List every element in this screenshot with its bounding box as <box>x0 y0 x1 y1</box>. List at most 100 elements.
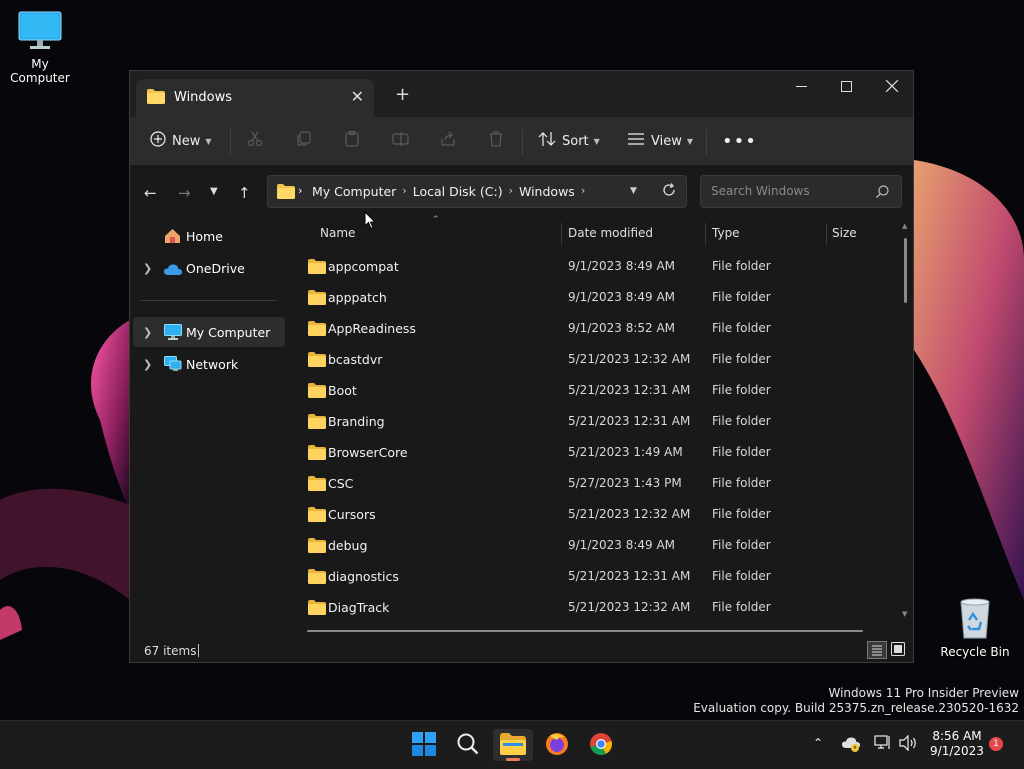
cloud-icon <box>164 263 182 278</box>
delete-button[interactable] <box>488 129 504 153</box>
column-divider[interactable] <box>826 223 827 245</box>
maximize-button[interactable] <box>823 71 869 101</box>
column-header-type[interactable]: Type <box>712 221 740 245</box>
chevron-right-icon[interactable]: › <box>402 184 406 199</box>
scroll-up-icon[interactable]: ▲ <box>902 222 907 230</box>
cut-button[interactable] <box>247 129 263 153</box>
table-row[interactable]: Branding 5/21/2023 12:31 AM File folder <box>301 406 891 436</box>
show-hidden-icons-chevron-icon[interactable]: ⌃ <box>813 736 823 750</box>
back-arrow-icon[interactable]: ← <box>144 184 157 202</box>
network-status-icon[interactable] <box>874 735 892 755</box>
status-divider <box>198 644 199 657</box>
new-button[interactable]: New ▼ <box>150 129 212 153</box>
minimize-button[interactable] <box>778 71 824 101</box>
table-row[interactable]: AppReadiness 9/1/2023 8:52 AM File folder <box>301 313 891 343</box>
search-input[interactable] <box>709 183 873 199</box>
cell-type: File folder <box>712 414 771 428</box>
forward-arrow-icon[interactable]: → <box>178 184 191 202</box>
table-row[interactable]: diagnostics 5/21/2023 12:31 AM File folder <box>301 561 891 591</box>
up-arrow-icon[interactable]: ↑ <box>238 184 251 202</box>
details-view-icon[interactable] <box>867 641 887 659</box>
vertical-scrollbar[interactable]: ▲ ▼ <box>902 222 909 620</box>
scrollbar-thumb[interactable] <box>904 238 907 303</box>
volume-icon[interactable] <box>899 734 917 755</box>
cell-name: DiagTrack <box>328 600 390 615</box>
column-divider[interactable] <box>561 223 562 245</box>
onedrive-warning-icon[interactable] <box>842 736 860 756</box>
add-tab-icon[interactable]: + <box>395 84 410 105</box>
view-button[interactable]: View ▼ <box>627 129 693 153</box>
horizontal-scrollbar[interactable] <box>307 630 863 632</box>
table-row[interactable]: BrowserCore 5/21/2023 1:49 AM File folder <box>301 437 891 467</box>
watermark-line-2: Evaluation copy. Build 25375.zn_release.… <box>693 701 1019 715</box>
cell-name: Boot <box>328 383 357 398</box>
table-row[interactable]: CSC 5/27/2023 1:43 PM File folder <box>301 468 891 498</box>
column-header-size[interactable]: Size <box>832 221 857 245</box>
table-row[interactable]: bcastdvr 5/21/2023 12:32 AM File folder <box>301 344 891 374</box>
status-bar: 67 items <box>130 639 913 663</box>
trash-icon <box>488 131 504 151</box>
notification-badge[interactable]: 1 <box>989 737 1003 751</box>
table-row[interactable]: Boot 5/21/2023 12:31 AM File folder <box>301 375 891 405</box>
scroll-down-icon[interactable]: ▼ <box>902 610 907 618</box>
close-tab-icon[interactable]: ✕ <box>351 87 364 106</box>
clock[interactable]: 8:56 AM 9/1/2023 <box>925 729 989 759</box>
cell-name: bcastdvr <box>328 352 383 367</box>
folder-icon <box>308 445 326 463</box>
search-box[interactable] <box>700 175 902 208</box>
chevron-down-icon: ▼ <box>593 136 600 146</box>
copy-button[interactable] <box>296 129 312 153</box>
chevron-right-icon[interactable]: › <box>509 184 513 199</box>
sidebar-item-label: OneDrive <box>186 260 245 276</box>
breadcrumb-windows[interactable]: Windows <box>519 184 575 199</box>
sidebar-item-home[interactable]: Home <box>133 221 285 251</box>
refresh-icon[interactable] <box>662 183 676 200</box>
column-header-name[interactable]: Name <box>320 221 355 245</box>
share-button[interactable] <box>440 129 456 153</box>
table-row[interactable]: debug 9/1/2023 8:49 AM File folder <box>301 530 891 560</box>
chevron-down-icon: ▼ <box>686 136 694 146</box>
table-row[interactable]: apppatch 9/1/2023 8:49 AM File folder <box>301 282 891 312</box>
expand-chevron-icon[interactable]: ❯ <box>143 358 152 371</box>
breadcrumb-my-computer[interactable]: My Computer <box>312 184 396 199</box>
recent-locations-chevron-icon[interactable]: ▼ <box>210 186 218 197</box>
expand-chevron-icon[interactable]: ❯ <box>143 326 152 339</box>
start-button[interactable] <box>404 729 444 761</box>
expand-chevron-icon[interactable]: ❯ <box>143 262 152 275</box>
firefox-taskbar-button[interactable] <box>537 729 577 761</box>
column-header-date-modified[interactable]: Date modified <box>568 221 653 245</box>
sidebar-item-my-computer[interactable]: ❯ My Computer <box>133 317 285 347</box>
search-taskbar-button[interactable] <box>448 729 488 761</box>
chrome-icon <box>589 732 613 759</box>
title-bar[interactable]: Windows ✕ + <box>130 71 913 117</box>
cell-date-modified: 9/1/2023 8:49 AM <box>568 290 676 304</box>
desktop-icon-my-computer[interactable]: My Computer <box>0 10 80 85</box>
table-row[interactable]: appcompat 9/1/2023 8:49 AM File folder <box>301 251 891 281</box>
chrome-taskbar-button[interactable] <box>581 729 621 761</box>
close-window-button[interactable] <box>869 71 915 101</box>
chevron-right-icon[interactable]: › <box>581 184 585 199</box>
column-divider[interactable] <box>705 223 706 245</box>
desktop-icon-recycle-bin[interactable]: Recycle Bin <box>935 596 1015 659</box>
folder-icon <box>308 414 326 432</box>
file-explorer-taskbar-button[interactable] <box>493 729 533 761</box>
sort-button[interactable]: Sort ▼ <box>538 129 600 153</box>
search-icon[interactable] <box>876 185 889 201</box>
sidebar-item-onedrive[interactable]: ❯ OneDrive <box>133 253 285 283</box>
tab-windows[interactable]: Windows ✕ <box>136 79 374 117</box>
more-options-button[interactable]: ••• <box>722 129 757 153</box>
rename-button[interactable] <box>392 129 410 153</box>
address-bar[interactable]: › My Computer › Local Disk (C:) › Window… <box>267 175 687 208</box>
paste-button[interactable] <box>344 129 360 153</box>
table-row[interactable]: Cursors 5/21/2023 12:32 AM File folder <box>301 499 891 529</box>
recycle-bin-icon <box>935 596 1015 643</box>
address-history-chevron-icon[interactable]: ▼ <box>630 186 637 196</box>
tiles-view-icon[interactable] <box>891 642 905 659</box>
cell-name: apppatch <box>328 290 387 305</box>
sidebar-item-network[interactable]: ❯ Network <box>133 349 285 379</box>
breadcrumb-local-disk[interactable]: Local Disk (C:) <box>413 184 503 199</box>
desktop-icon-label: Recycle Bin <box>940 645 1010 659</box>
table-row[interactable]: DiagTrack 5/21/2023 12:32 AM File folder <box>301 592 891 622</box>
chevron-right-icon[interactable]: › <box>298 184 302 197</box>
toolbar-divider <box>230 129 231 155</box>
